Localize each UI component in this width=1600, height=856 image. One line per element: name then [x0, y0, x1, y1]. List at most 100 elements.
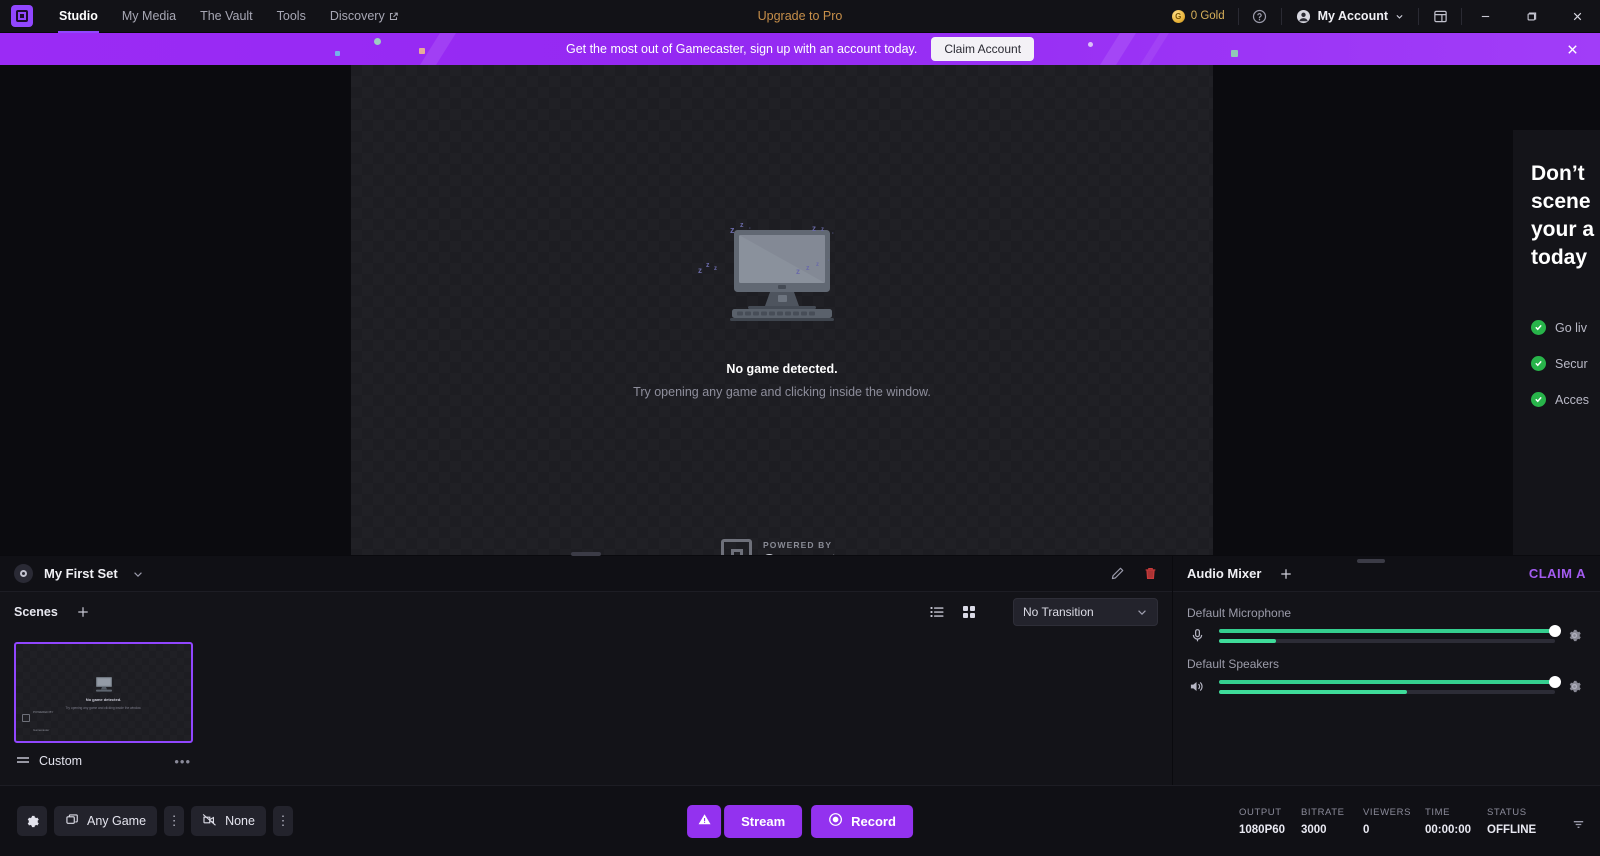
promo-feature: Acces: [1531, 392, 1600, 407]
status-value: 00:00:00: [1425, 823, 1472, 836]
camera-source-label: None: [225, 814, 255, 828]
speaker-level-meter: [1219, 689, 1555, 694]
game-source-menu-button[interactable]: ⋮: [164, 806, 185, 836]
camera-source-menu-button[interactable]: ⋮: [272, 806, 293, 836]
scene-thumb-wm-eyebrow: POWERED BY: [33, 710, 54, 714]
status-bitrate: BITRATE 3000: [1301, 807, 1363, 836]
gamecaster-window: Studio My Media The Vault Tools Discover…: [0, 0, 1600, 856]
add-audio-source-button[interactable]: [1279, 567, 1293, 581]
speaker-icon[interactable]: [1187, 679, 1207, 694]
drag-handle-icon[interactable]: [16, 752, 30, 770]
scene-set-bar: My First Set: [0, 556, 1172, 592]
audio-channel-label: Default Microphone: [1187, 606, 1292, 620]
claim-account-link[interactable]: CLAIM A: [1529, 566, 1586, 581]
add-scene-button[interactable]: [76, 605, 90, 619]
settings-button[interactable]: [17, 806, 47, 836]
status-value: OFFLINE: [1487, 823, 1537, 836]
promo-headline-line: your a: [1531, 218, 1595, 241]
scene-thumb-watermark: POWERED BY Gamecaster: [22, 700, 53, 736]
record-label: Record: [851, 813, 896, 829]
gamecaster-logo-icon: [11, 5, 33, 27]
audio-mixer-title: Audio Mixer: [1187, 566, 1262, 581]
camera-source-button[interactable]: None: [191, 806, 266, 836]
status-key: VIEWERS: [1363, 806, 1412, 818]
nav-item-tools[interactable]: Tools: [265, 0, 318, 33]
speaker-slider[interactable]: [1219, 675, 1561, 694]
status-viewers: VIEWERS 0: [1363, 807, 1425, 836]
gear-icon[interactable]: [1567, 628, 1582, 643]
banner-close-icon[interactable]: [1558, 33, 1586, 65]
close-icon[interactable]: [1554, 0, 1600, 33]
preview-canvas[interactable]: z z z z z · z z · z z z · No game detect…: [351, 65, 1213, 570]
status-value: 3000: [1301, 823, 1327, 836]
stream-status-bar: OUTPUT 1080P60 BITRATE 3000 VIEWERS 0 TI…: [1239, 807, 1600, 836]
warning-triangle-icon: [697, 812, 712, 830]
audio-mixer-body: Default Microphone Default Speakers: [1173, 592, 1600, 694]
game-source-button[interactable]: Any Game: [54, 806, 158, 836]
stage-resize-handle[interactable]: [571, 552, 601, 556]
microphone-slider[interactable]: [1219, 624, 1561, 643]
scene-set-icon: [14, 564, 33, 583]
collapse-down-icon[interactable]: [1571, 817, 1586, 832]
stream-warning-button[interactable]: [687, 804, 722, 838]
transition-select[interactable]: No Transition: [1013, 598, 1158, 626]
status-key: OUTPUT: [1239, 806, 1282, 818]
nav-item-discovery[interactable]: Discovery: [318, 0, 410, 33]
stream-controls: Stream Record: [687, 804, 913, 838]
bottom-bar: Any Game ⋮ None ⋮ Stream Record OUTPUT 1…: [0, 785, 1600, 856]
no-game-illustration: z z z z z · z z · z z z ·: [692, 222, 872, 326]
chevron-down-icon[interactable]: [132, 568, 144, 580]
scene-card: No game detected. Try opening any game a…: [14, 642, 193, 770]
scene-list: No game detected. Try opening any game a…: [0, 632, 1172, 770]
nav-item-my-media[interactable]: My Media: [110, 0, 188, 33]
claim-account-button[interactable]: Claim Account: [931, 37, 1035, 61]
status-value: 1080P60: [1239, 823, 1286, 836]
record-circle-icon: [828, 812, 843, 830]
microphone-icon[interactable]: [1187, 628, 1207, 643]
audio-mixer-panel: Audio Mixer CLAIM A Default Microphone D…: [1172, 555, 1600, 785]
audio-channel-label: Default Speakers: [1187, 657, 1280, 671]
status-key: STATUS: [1487, 806, 1527, 818]
gear-icon[interactable]: [1567, 679, 1582, 694]
pencil-icon[interactable]: [1110, 566, 1125, 581]
account-menu-button[interactable]: My Account: [1282, 0, 1418, 33]
scene-thumbnail[interactable]: No game detected. Try opening any game a…: [14, 642, 193, 743]
more-horizontal-icon[interactable]: •••: [174, 754, 191, 769]
confetti-dot: [335, 51, 340, 56]
promo-headline-line: today: [1531, 246, 1588, 269]
list-view-icon[interactable]: [929, 604, 945, 620]
scene-thumb-subtitle: Try opening any game and clicking inside…: [65, 705, 142, 710]
nav-item-studio[interactable]: Studio: [47, 0, 110, 33]
trash-icon[interactable]: [1143, 566, 1158, 581]
banner-message: Get the most out of Gamecaster, sign up …: [565, 42, 918, 56]
maximize-icon[interactable]: [1508, 0, 1554, 33]
grid-view-icon[interactable]: [961, 604, 977, 620]
stream-label: Stream: [741, 813, 786, 829]
nav-item-the-vault[interactable]: The Vault: [188, 0, 265, 33]
promo-feature-label: Go liv: [1555, 320, 1587, 335]
camera-off-icon: [202, 813, 217, 830]
record-button[interactable]: Record: [811, 804, 913, 838]
external-link-icon: [389, 12, 398, 21]
scene-thumb-wm-name: Gamecaster: [33, 728, 50, 732]
mixer-resize-handle[interactable]: [1357, 559, 1385, 563]
preview-stage: z z z z z · z z · z z z · No game detect…: [0, 65, 1600, 620]
scene-set-name: My First Set: [44, 566, 118, 581]
window-capture-icon: [65, 813, 79, 830]
promo-feature-label: Secur: [1555, 356, 1588, 371]
promo-side-panel: Don’t scene your a today Go liv Secur Ac…: [1513, 130, 1600, 620]
promo-feature: Secur: [1531, 356, 1600, 371]
status-state: STATUS OFFLINE: [1487, 807, 1549, 836]
check-icon: [1531, 320, 1546, 335]
no-game-title: No game detected.: [726, 361, 838, 376]
gold-balance-button[interactable]: G 0 Gold: [1159, 9, 1238, 23]
account-label: My Account: [1317, 9, 1388, 23]
panel-layout-icon[interactable]: [1419, 0, 1461, 33]
title-bar-right: G 0 Gold My Account: [1159, 0, 1600, 33]
confetti-dot: [419, 48, 425, 54]
stream-button[interactable]: Stream: [724, 804, 803, 838]
help-circle-icon[interactable]: [1239, 0, 1281, 33]
minimize-icon[interactable]: [1462, 0, 1508, 33]
confetti-dot: [1231, 50, 1238, 57]
microphone-level-meter: [1219, 638, 1555, 643]
